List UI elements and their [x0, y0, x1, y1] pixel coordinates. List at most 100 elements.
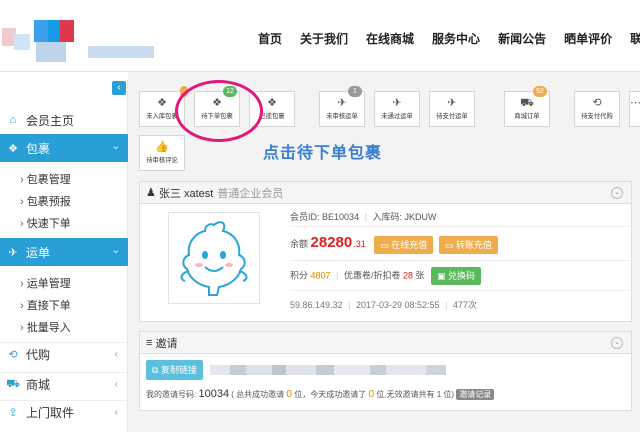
invite-stats-row: 我的邀请号码: 10034 ( 总共成功邀请 0 位，今天成功邀请了 0 位,无… — [146, 388, 495, 400]
sidebar-item-mall[interactable]: ⛟ 商城 ‹ — [0, 372, 128, 396]
invite-records-button[interactable]: 邀请记录 — [456, 389, 495, 400]
invite-invalid-count: 1 — [436, 390, 442, 399]
upload-icon: ⇪ — [8, 407, 18, 419]
points-row: 积分 4807 | 优惠卷/折扣卷 28 张 ▣ 兑换码 — [290, 267, 482, 285]
chevron-down-icon: ⌄ — [111, 141, 120, 152]
nav-service[interactable]: 服务中心 — [432, 30, 480, 47]
invite-text: ( 总共成功邀请 — [231, 390, 285, 399]
balance-value: 28280 — [310, 234, 353, 251]
button-label: 兑换码 — [448, 271, 476, 281]
thumbs-up-icon: 👍 — [155, 141, 169, 153]
invite-link-row: ⧉ 复制链接 — [146, 360, 447, 380]
chevron-down-icon: ⌄ — [111, 245, 120, 256]
login-ip: 59.86.149.32 — [290, 300, 343, 310]
invite-panel: ≡ 邀请 ⌄ ⧉ 复制链接 我的邀请号码: 10034 ( 总共成功邀请 0 位… — [139, 331, 632, 411]
chevron-down-icon[interactable]: ⌄ — [611, 337, 623, 349]
instruction-text: 点击待下单包裹 — [263, 145, 383, 162]
top-header: 首页 关于我们 在线商城 服务中心 新闻公告 晒单评价 联系 — [0, 0, 640, 72]
sidebar-subitem-batch-import[interactable]: 批量导入 — [20, 319, 71, 335]
copy-icon: ⧉ — [152, 365, 161, 375]
quick-unpaid-purchasing[interactable]: ⟲ 待支付代购 — [574, 91, 620, 127]
invite-text: 位，今天成功邀请了 — [294, 390, 367, 399]
divider — [290, 260, 630, 261]
quick-label: 待支付代购 — [581, 113, 613, 120]
plane-icon: ✈ — [447, 97, 457, 109]
cart-icon: ⛟ — [6, 377, 20, 390]
sidebar-group-packages[interactable]: ❖ 包裹 ⌄ — [0, 134, 128, 162]
profile-panel: ♟ 张三 xatest 普通企业会员 ⌄ 会员ID: BE10034 | 入库码… — [139, 181, 632, 322]
quick-pending-reviews[interactable]: 👍 待审核评论 — [139, 135, 185, 171]
gift-icon: ▣ — [437, 271, 449, 281]
nav-reviews[interactable]: 晒单评价 — [564, 30, 612, 47]
chevron-left-icon: ‹ — [114, 379, 118, 390]
button-label: 转账充值 — [455, 239, 492, 250]
invite-panel-header: ≡ 邀请 ⌄ — [140, 332, 631, 354]
nav-shop[interactable]: 在线商城 — [366, 30, 414, 47]
divider — [290, 290, 630, 291]
avatar — [168, 212, 260, 304]
chevron-left-icon: ‹ — [114, 349, 118, 360]
quick-rejected-waybills[interactable]: ✈ 未通过运单 — [374, 91, 420, 127]
sidebar-subitem-direct-order[interactable]: 直接下单 — [20, 297, 71, 313]
count-badge: 1 — [348, 86, 362, 97]
member-id-row: 会员ID: BE10034 | 入库码: JKDUW — [290, 212, 437, 222]
menu-icon: ≡ — [146, 336, 156, 349]
copy-link-button[interactable]: ⧉ 复制链接 — [146, 360, 203, 380]
card-icon: ▭ — [380, 239, 392, 250]
online-recharge-button[interactable]: ▭ 在线充值 — [374, 235, 434, 254]
profile-name: 张三 xatest — [158, 187, 214, 200]
refresh-icon: ⟲ — [8, 349, 18, 361]
sidebar-item-label: 代购 — [26, 348, 51, 362]
user-icon: ♟ — [146, 187, 159, 199]
sidebar-subitem-quick-order[interactable]: 快速下单 — [20, 215, 71, 231]
nav-news[interactable]: 新闻公告 — [498, 30, 546, 47]
nav-contact[interactable]: 联系 — [630, 30, 640, 47]
member-level: 普通企业会员 — [217, 187, 284, 200]
invite-title: 邀请 — [155, 337, 178, 350]
login-count: 477次 — [452, 300, 477, 310]
sidebar-group-label: 包裹 — [26, 141, 51, 156]
sidebar-subitem-package-manage[interactable]: 包裹管理 — [20, 171, 71, 187]
sidebar-item-label: 会员主页 — [26, 113, 75, 128]
balance-row: 余额 28280.31 ▭ 在线充值 ▭ 转账充值 — [290, 234, 498, 254]
plane-icon: ✈ — [8, 246, 18, 259]
quick-more-partial[interactable]: ⋯ — [629, 91, 640, 127]
count-badge: 52 — [533, 86, 547, 97]
nav-home[interactable]: 首页 — [258, 30, 282, 47]
quick-mall-orders[interactable]: 52 ⛟ 商城订单 — [504, 86, 550, 127]
sidebar-subitem-waybill-manage[interactable]: 运单管理 — [20, 275, 71, 291]
login-time: 2017-03-29 08:52:55 — [355, 300, 440, 310]
refresh-icon: ⟲ — [592, 97, 602, 109]
plane-icon: ✈ — [392, 97, 402, 109]
quick-label: 未审核运单 — [326, 113, 358, 120]
member-id-value: BE10034 — [322, 212, 360, 222]
exchange-code-button[interactable]: ▣ 兑换码 — [431, 267, 482, 285]
sidebar-item-purchasing[interactable]: ⟲ 代购 ‹ — [0, 342, 128, 366]
nav-about[interactable]: 关于我们 — [300, 30, 348, 47]
invite-code-value: 10034 — [198, 388, 230, 400]
invite-today-count: 0 — [368, 389, 375, 400]
dropbox-icon: ❖ — [8, 142, 18, 155]
sidebar-item-pickup[interactable]: ⇪ 上门取件 ‹ — [0, 400, 128, 424]
quick-label: 未通过运单 — [381, 113, 413, 120]
sidebar-group-waybills[interactable]: ✈ 运单 ⌄ — [0, 238, 128, 266]
quick-label: 商城订单 — [514, 113, 540, 120]
chevron-down-icon[interactable]: ⌄ — [611, 187, 623, 199]
site-logo[interactable] — [0, 12, 160, 68]
quick-label: 待审核评论 — [146, 157, 178, 164]
sidebar-item-home[interactable]: ⌂ 会员主页 — [0, 110, 128, 130]
quick-unreviewed-waybills[interactable]: 1 ✈ 未审核运单 — [319, 86, 365, 127]
sidebar-collapse-button[interactable]: ‹ — [112, 81, 126, 95]
points-value: 4807 — [310, 270, 331, 281]
sidebar-subitem-package-forecast[interactable]: 包裹预报 — [20, 193, 71, 209]
quick-label: 待支付运单 — [436, 113, 468, 120]
balance-label: 余额 — [290, 239, 309, 249]
invite-text: 位,无效邀请共有 — [376, 390, 435, 399]
transfer-recharge-button[interactable]: ▭ 转账充值 — [438, 235, 498, 254]
coupon-label: 优惠卷/折扣卷 — [343, 270, 401, 281]
warehouse-code-value: JKDUW — [404, 212, 437, 222]
invite-text: 位) — [443, 390, 455, 399]
balance-decimal: .31 — [353, 239, 366, 249]
quick-unpaid-waybills[interactable]: ✈ 待支付运单 — [429, 91, 475, 127]
coupon-count: 28 — [402, 270, 413, 281]
